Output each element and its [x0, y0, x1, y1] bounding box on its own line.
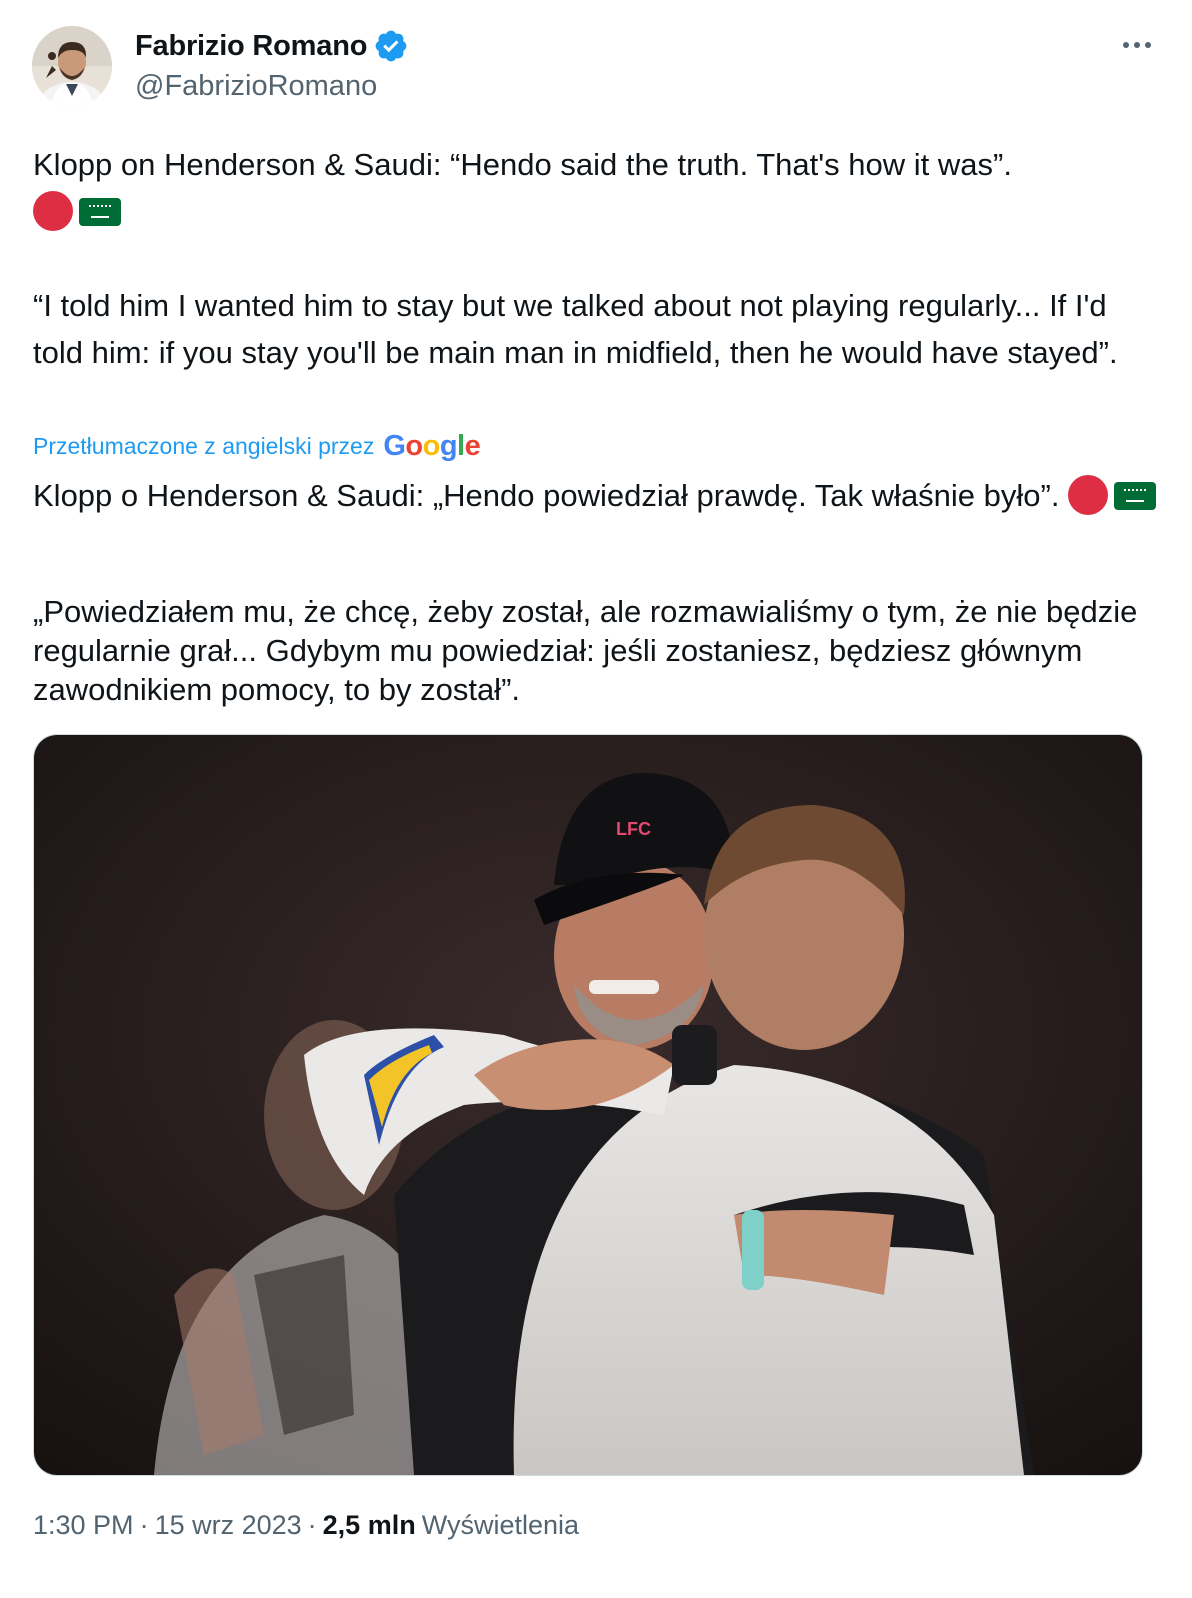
tweet-text-original-1: Klopp on Henderson & Saudi: “Hendo said …: [33, 141, 1158, 235]
translation-attribution[interactable]: Przetłumaczone z angielski przez Google: [33, 430, 481, 463]
red-circle-emoji: [1068, 475, 1109, 515]
google-logo: Google: [383, 430, 481, 462]
tweet-text-original-2: “I told him I wanted him to stay but we …: [33, 288, 1118, 370]
meta-separator: ·: [139, 1510, 149, 1540]
saudi-arabia-flag-emoji: [79, 198, 121, 226]
views-label: Wyświetlenia: [421, 1510, 580, 1540]
verified-badge-icon: [375, 30, 407, 62]
tweet-text-translated-2: „Powiedziałem mu, że chcę, żeby został, …: [33, 594, 1138, 707]
author-handle[interactable]: @FabrizioRomano: [135, 70, 377, 103]
photo-klopp-henderson-hug: LFC: [34, 735, 1142, 1475]
views-count: 2,5 mln: [322, 1510, 416, 1540]
meta-separator: ·: [307, 1510, 317, 1540]
author-name[interactable]: Fabrizio Romano: [135, 30, 367, 63]
author-name-row[interactable]: Fabrizio Romano: [135, 28, 409, 64]
tweet-date[interactable]: 15 wrz 2023: [155, 1510, 302, 1541]
saudi-arabia-flag-emoji: [1114, 482, 1157, 510]
translated-line1: Klopp o Henderson & Saudi: „Hendo powied…: [33, 478, 1060, 513]
author-avatar[interactable]: [32, 26, 112, 106]
red-circle-emoji: [33, 191, 73, 231]
tweet-card: Fabrizio Romano @FabrizioRomano Klopp on…: [0, 0, 1192, 1598]
avatar-image: [32, 26, 112, 106]
tweet-meta: 1:30 PM · 15 wrz 2023 · 2,5 mln Wyświetl…: [33, 1510, 579, 1541]
cap-badge-text: LFC: [616, 819, 651, 839]
more-options-icon: [1123, 42, 1151, 48]
tweet-photo[interactable]: LFC: [33, 734, 1143, 1476]
tweet-text-translated-1: Klopp o Henderson & Saudi: „Hendo powied…: [33, 475, 1158, 515]
more-options-button[interactable]: [1120, 30, 1154, 60]
tweet-time[interactable]: 1:30 PM: [33, 1510, 134, 1541]
translation-label: Przetłumaczone z angielski przez: [33, 433, 375, 459]
tweet-text-line1: Klopp on Henderson & Saudi: “Hendo said …: [33, 147, 1012, 182]
